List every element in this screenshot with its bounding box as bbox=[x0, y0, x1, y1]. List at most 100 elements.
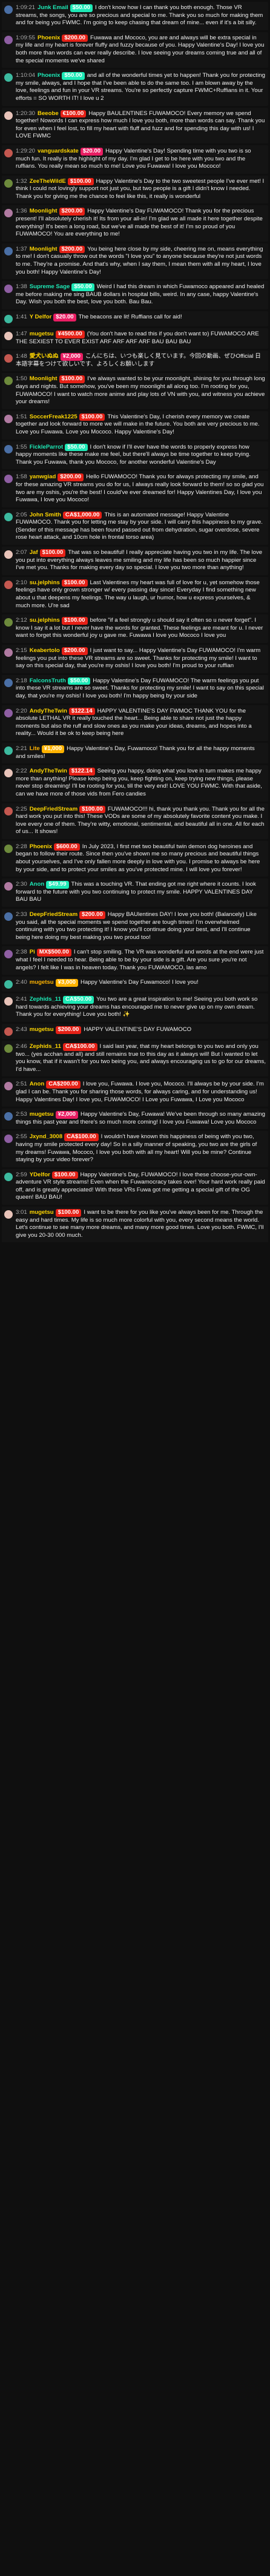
author-name[interactable]: su.jelphins bbox=[30, 617, 60, 624]
author-name[interactable]: su.jelphins bbox=[30, 579, 60, 586]
author-name[interactable]: YDelfor bbox=[30, 1171, 50, 1178]
avatar[interactable] bbox=[4, 950, 13, 959]
author-name[interactable]: Beeobe bbox=[38, 110, 59, 117]
avatar[interactable] bbox=[4, 580, 13, 589]
avatar[interactable] bbox=[4, 1044, 13, 1053]
avatar[interactable] bbox=[4, 746, 13, 755]
avatar[interactable] bbox=[4, 1112, 13, 1121]
avatar[interactable] bbox=[4, 678, 13, 687]
avatar[interactable] bbox=[4, 111, 13, 120]
avatar[interactable] bbox=[4, 1172, 13, 1181]
author-name[interactable]: mugetsu bbox=[30, 1026, 54, 1033]
superchat-amount: $50.00 bbox=[71, 283, 94, 291]
author-name[interactable]: Anon bbox=[30, 881, 45, 888]
message-body: 2:30 Anon $49.99 This was a touching VR. Th… bbox=[16, 881, 266, 904]
superchat-amount: ¥4500.00 bbox=[55, 331, 85, 338]
author-name[interactable]: mugetsu bbox=[30, 1111, 54, 1118]
avatar[interactable] bbox=[4, 285, 13, 294]
avatar[interactable] bbox=[4, 35, 13, 44]
timestamp: 1:20:30 bbox=[16, 110, 36, 117]
author-name[interactable]: SoccerFreak1225 bbox=[30, 413, 77, 420]
avatar[interactable] bbox=[4, 769, 13, 778]
avatar[interactable] bbox=[4, 332, 13, 340]
avatar[interactable] bbox=[4, 377, 13, 386]
superchat-amount: $50.00 bbox=[67, 677, 91, 685]
author-name[interactable]: Jaf bbox=[30, 549, 38, 556]
author-name[interactable]: mugetsu bbox=[30, 1209, 54, 1216]
author-name[interactable]: Zephids_11 bbox=[30, 1043, 61, 1050]
message-body: 1:29:20 vanguardskate $20.00 Happy Valentin… bbox=[16, 147, 266, 171]
avatar[interactable] bbox=[4, 806, 13, 815]
avatar[interactable] bbox=[4, 414, 13, 423]
author-name[interactable]: Phoenix bbox=[38, 72, 60, 79]
avatar[interactable] bbox=[4, 5, 13, 14]
avatar[interactable] bbox=[4, 444, 13, 453]
chat-message: 1:58 yanwgiad $200.00 Hello FUWAMOCO! Thank… bbox=[2, 471, 268, 507]
author-name[interactable]: Moonlight bbox=[30, 375, 58, 382]
author-name[interactable]: AndyTheTwin bbox=[30, 708, 67, 714]
chat-message: 2:40 mugetsu ¥3,000 Happy Valentine's Day F… bbox=[2, 977, 268, 992]
avatar[interactable] bbox=[4, 708, 13, 717]
avatar[interactable] bbox=[4, 1135, 13, 1144]
superchat-amount: $600.00 bbox=[54, 843, 80, 851]
author-name[interactable]: Zephids_11 bbox=[30, 996, 61, 1003]
author-name[interactable]: Supreme Sage bbox=[30, 283, 70, 290]
avatar[interactable] bbox=[4, 844, 13, 853]
author-name[interactable]: Phoenix bbox=[38, 35, 60, 41]
message-body: 2:28 Phoenix $600.00 In July 2023, I first … bbox=[16, 843, 266, 874]
author-name[interactable]: mugetsu bbox=[30, 979, 54, 986]
chat-message: 1:48 愛犬いぬぬ ¥2,000 こんにちは、いつも楽しく見ています。今回の動画、ぜ… bbox=[2, 351, 268, 372]
author-name[interactable]: FalconsTruth bbox=[30, 677, 66, 684]
avatar[interactable] bbox=[4, 179, 13, 188]
avatar[interactable] bbox=[4, 912, 13, 921]
message-body: 2:15 Keabertolo $200.00 I just want to say.… bbox=[16, 647, 266, 670]
author-name[interactable]: John Smith bbox=[30, 512, 61, 518]
avatar[interactable] bbox=[4, 618, 13, 627]
chat-message: 2:10 su.jelphins $100.00 Last Valentines my… bbox=[2, 576, 268, 613]
author-name[interactable]: Moonlight bbox=[30, 208, 58, 214]
superchat-amount: ¥2,000 bbox=[55, 1111, 79, 1119]
avatar[interactable] bbox=[4, 980, 13, 989]
avatar[interactable] bbox=[4, 73, 13, 82]
author-name[interactable]: Anon bbox=[30, 1081, 45, 1087]
author-name[interactable]: Lite bbox=[30, 745, 40, 752]
avatar[interactable] bbox=[4, 148, 13, 157]
avatar[interactable] bbox=[4, 1082, 13, 1091]
author-name[interactable]: Moonlight bbox=[30, 246, 58, 252]
avatar[interactable] bbox=[4, 1027, 13, 1036]
author-name[interactable]: 愛犬いぬぬ bbox=[30, 353, 59, 360]
avatar[interactable] bbox=[4, 1210, 13, 1219]
author-name[interactable]: Keabertolo bbox=[30, 647, 60, 654]
author-name[interactable]: yanwgiad bbox=[30, 473, 56, 480]
timestamp: 1:38 bbox=[16, 283, 27, 291]
message-body: 2:22 AndyTheTwin $122.14 Seeing you happy, … bbox=[16, 768, 266, 798]
timestamp: 1:10:04 bbox=[16, 72, 36, 79]
avatar[interactable] bbox=[4, 882, 13, 891]
author-name[interactable]: Y Delfor bbox=[30, 314, 52, 320]
message-body: 2:20 AndyTheTwin $122.14 HAPPY VALENTINE'S … bbox=[16, 707, 266, 738]
author-name[interactable]: Jxynd_3008 bbox=[30, 1133, 62, 1140]
avatar[interactable] bbox=[4, 315, 13, 323]
superchat-amount: CA$100.00 bbox=[62, 1043, 97, 1051]
author-name[interactable]: Junk Email bbox=[38, 4, 68, 11]
author-name[interactable]: vanguardskate bbox=[38, 148, 79, 154]
avatar[interactable] bbox=[4, 246, 13, 255]
author-name[interactable]: FickleParrot bbox=[30, 444, 63, 450]
avatar[interactable] bbox=[4, 997, 13, 1006]
chat-message: 2:38 Pi MX$500.00 I can't stop smiling. The… bbox=[2, 946, 268, 975]
author-name[interactable]: Phoenix bbox=[30, 843, 52, 850]
avatar[interactable] bbox=[4, 512, 13, 521]
avatar[interactable] bbox=[4, 209, 13, 218]
author-name[interactable]: DeepFriedStream bbox=[30, 806, 77, 812]
author-name[interactable]: Pi bbox=[30, 949, 35, 955]
timestamp: 2:21 bbox=[16, 745, 27, 752]
chat-message: 1:32 ZeeTheWildE $100.00 Happy Valentine's … bbox=[2, 175, 268, 204]
author-name[interactable]: AndyTheTwin bbox=[30, 768, 67, 774]
author-name[interactable]: DeepFriedStream bbox=[30, 911, 77, 918]
author-name[interactable]: ZeeTheWildE bbox=[30, 178, 66, 185]
avatar[interactable] bbox=[4, 354, 13, 363]
author-name[interactable]: mugetsu bbox=[30, 331, 54, 337]
avatar[interactable] bbox=[4, 550, 13, 559]
avatar[interactable] bbox=[4, 475, 13, 484]
avatar[interactable] bbox=[4, 648, 13, 657]
